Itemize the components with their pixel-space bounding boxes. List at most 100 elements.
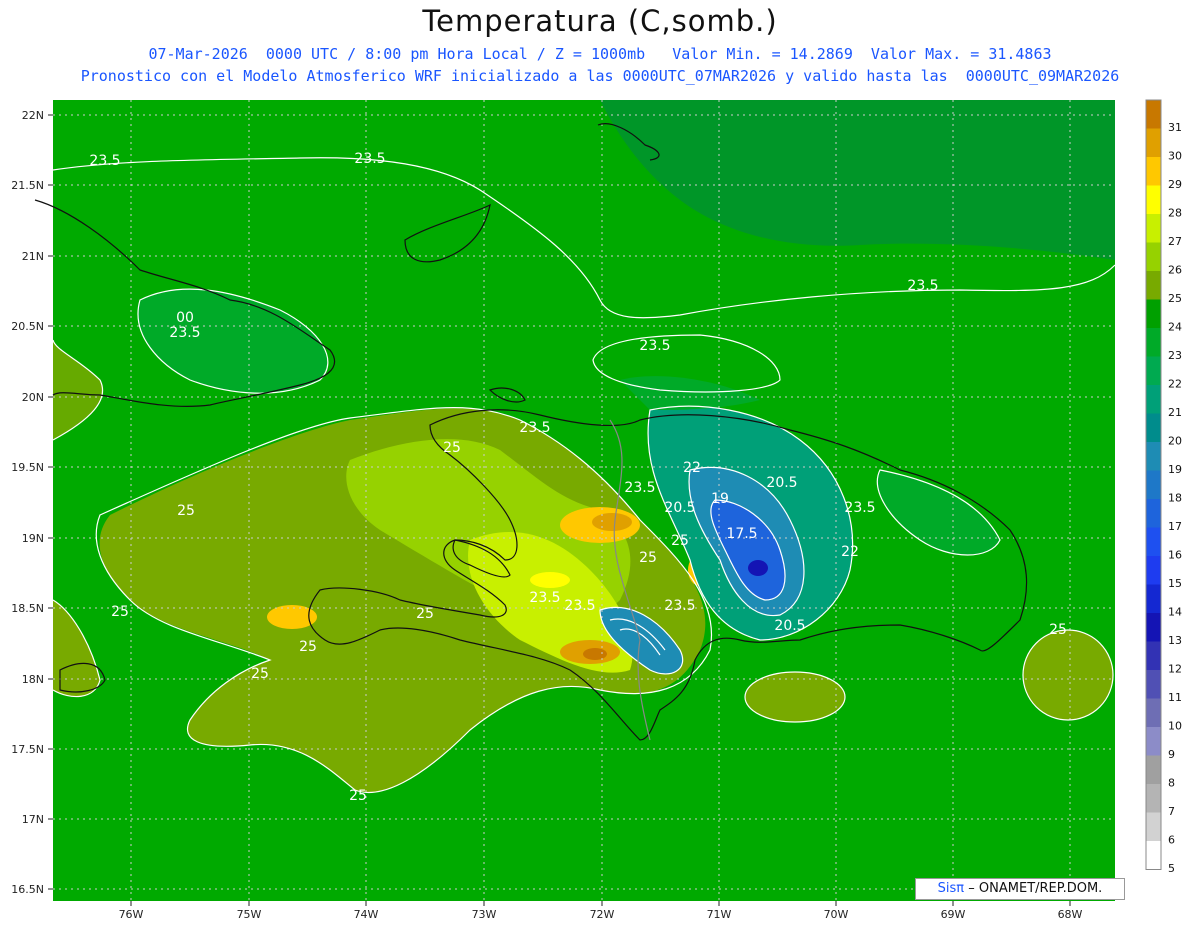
colorbar-swatch	[1146, 670, 1161, 699]
colorbar-swatch	[1146, 755, 1161, 784]
colorbar-swatch	[1146, 641, 1161, 670]
colorbar-swatch	[1146, 698, 1161, 727]
contour-label: 23.5	[529, 590, 560, 606]
lon-label: 75W	[237, 908, 262, 921]
colorbar-swatch	[1146, 185, 1161, 214]
contour-label: 23.5	[89, 153, 120, 169]
contour-label: 25	[443, 440, 461, 456]
lon-label: 70W	[824, 908, 849, 921]
credit-text: – ONAMET/REP.DOM.	[968, 881, 1103, 896]
colorbar-swatch	[1146, 157, 1161, 186]
colorbar-swatch	[1146, 841, 1161, 870]
colorbar-label: 25	[1168, 292, 1182, 305]
colorbar-label: 24	[1168, 321, 1182, 334]
lon-label: 69W	[941, 908, 966, 921]
contour-label: 00	[176, 310, 194, 326]
lon-label: 71W	[707, 908, 732, 921]
colorbar-swatch	[1146, 242, 1161, 271]
contour-label: 25	[416, 606, 434, 622]
lat-label: 21N	[22, 250, 44, 263]
lon-label: 73W	[472, 908, 497, 921]
colorbar-swatch	[1146, 128, 1161, 157]
colorbar-label: 23	[1168, 349, 1182, 362]
lat-label: 16.5N	[11, 883, 44, 896]
lat-label: 19N	[22, 532, 44, 545]
lat-label: 17N	[22, 813, 44, 826]
credit-box: Sisπ – ONAMET/REP.DOM.	[915, 878, 1125, 900]
sis-logo-text: Sisπ	[937, 881, 965, 896]
contour-label: 25	[299, 639, 317, 655]
colorbar-swatch	[1146, 727, 1161, 756]
colorbar-label: 13	[1168, 634, 1182, 647]
colorbar-swatch	[1146, 784, 1161, 813]
contour-label: 23.5	[664, 598, 695, 614]
colorbar-swatch	[1146, 470, 1161, 499]
colorbar-label: 18	[1168, 492, 1182, 505]
lat-label: 20.5N	[11, 320, 44, 333]
colorbar-label: 8	[1168, 777, 1175, 790]
colorbar-label: 26	[1168, 264, 1182, 277]
contour-label: 20.5	[766, 475, 797, 491]
colorbar-label: 15	[1168, 577, 1182, 590]
colorbar-swatch	[1146, 100, 1161, 129]
contour-label: 25	[671, 533, 689, 549]
colorbar-label: 12	[1168, 663, 1182, 676]
colorbar-swatch	[1146, 356, 1161, 385]
lat-label: 18.5N	[11, 602, 44, 615]
contour-label: 23.5	[564, 598, 595, 614]
lat-label: 21.5N	[11, 179, 44, 192]
contour-label: 25	[639, 550, 657, 566]
colorbar-swatch	[1146, 413, 1161, 442]
colorbar-label: 10	[1168, 720, 1182, 733]
colorbar-swatch	[1146, 527, 1161, 556]
colorbar-swatch	[1146, 556, 1161, 585]
hot-patch-2-core	[583, 648, 607, 660]
colorbar-label: 27	[1168, 235, 1182, 248]
colorbar-swatch	[1146, 299, 1161, 328]
contour-label: 22	[683, 460, 701, 476]
colorbar-label: 21	[1168, 406, 1182, 419]
contour-label: 23.5	[519, 420, 550, 436]
hot-patch-5	[530, 572, 570, 588]
colorbar-label: 31	[1168, 121, 1182, 134]
contour-label: 25	[177, 503, 195, 519]
colorbar: 31 30 29 28 27 26 25 24 23 22 21 20 19 18 17 16 15 14 13 12…	[1145, 99, 1182, 875]
colorbar-label: 14	[1168, 606, 1182, 619]
lon-label: 74W	[354, 908, 379, 921]
colorbar-label: 22	[1168, 378, 1182, 391]
colorbar-label: 5	[1168, 862, 1175, 875]
contour-label: 23.5	[907, 278, 938, 294]
colorbar-swatch	[1146, 271, 1161, 300]
colorbar-swatch	[1146, 812, 1161, 841]
lat-label: 19.5N	[11, 461, 44, 474]
colorbar-label: 16	[1168, 549, 1182, 562]
colorbar-label: 28	[1168, 207, 1182, 220]
lon-label: 76W	[119, 908, 144, 921]
colorbar-label: 17	[1168, 520, 1182, 533]
colorbar-label: 20	[1168, 435, 1182, 448]
lat-label: 20N	[22, 391, 44, 404]
colorbar-label: 29	[1168, 178, 1182, 191]
temperature-map: 22N 21.5N 21N 20.5N 20N 19.5N 19N 18.5N 18N 17.5N…	[11, 99, 1182, 921]
contour-label: 25	[349, 788, 367, 804]
contour-label: 20.5	[664, 500, 695, 516]
colorbar-swatch	[1146, 613, 1161, 642]
contour-label: 17.5	[726, 526, 757, 542]
colorbar-swatch	[1146, 584, 1161, 613]
contour-label: 25	[111, 604, 129, 620]
min-temp-core	[748, 560, 768, 576]
lat-label: 17.5N	[11, 743, 44, 756]
contour-label: 22	[841, 544, 859, 560]
colorbar-label: 30	[1168, 150, 1182, 163]
lat-label: 22N	[22, 109, 44, 122]
contour-label: 25	[251, 666, 269, 682]
colorbar-swatch	[1146, 442, 1161, 471]
colorbar-label: 7	[1168, 805, 1175, 818]
contour-label: 23.5	[624, 480, 655, 496]
colorbar-swatch	[1146, 214, 1161, 243]
colorbar-label: 9	[1168, 748, 1175, 761]
colorbar-label: 6	[1168, 834, 1175, 847]
lon-label: 72W	[590, 908, 615, 921]
lon-label: 68W	[1058, 908, 1083, 921]
contour-label: 19	[711, 491, 729, 507]
